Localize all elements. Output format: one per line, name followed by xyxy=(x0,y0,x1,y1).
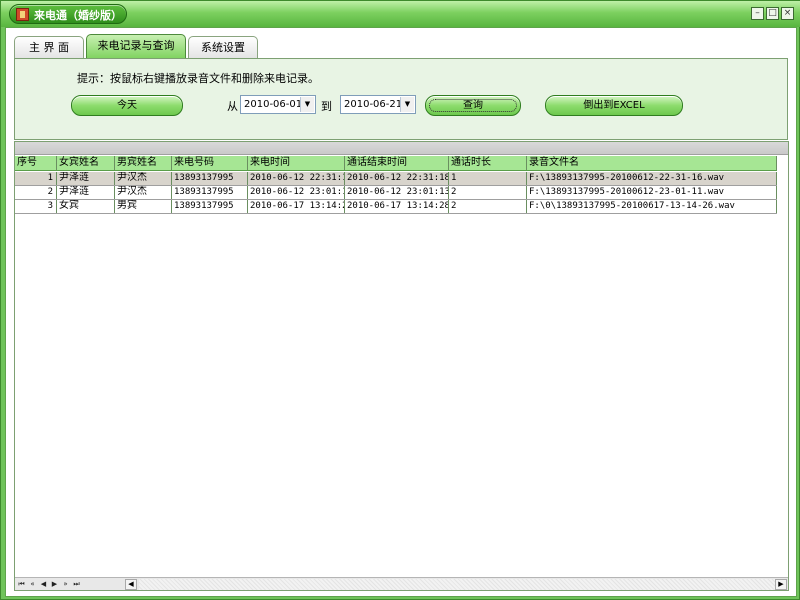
to-date-value: 2010-06-21 xyxy=(344,99,403,110)
export-excel-button[interactable]: 倒出到EXCEL xyxy=(545,95,683,116)
cell-call-time: 2010-06-17 13:14:26 xyxy=(250,200,345,213)
title-pill: 来电通（婚纱版） xyxy=(9,4,127,24)
tab-call-records[interactable]: 来电记录与查询 xyxy=(86,34,186,59)
focus-ring xyxy=(429,99,517,112)
record-navigator: ⏮ « ◀ ▶ » ⏭ ◀ ▶ xyxy=(15,577,788,590)
title-bar[interactable]: 来电通（婚纱版） – □ × xyxy=(1,1,800,27)
column-header[interactable]: 通话时长 xyxy=(449,156,527,170)
column-header[interactable]: 女宾姓名 xyxy=(57,156,115,170)
to-label: 到 xyxy=(321,100,332,113)
next-record-icon[interactable]: ▶ xyxy=(50,579,59,589)
app-window: 来电通（婚纱版） – □ × 主 界 面 来电记录与查询 系统设置 提示：按鼠标… xyxy=(0,0,800,600)
cell-end-time: 2010-06-12 22:31:18 xyxy=(347,172,449,185)
column-header[interactable]: 通话结束时间 xyxy=(345,156,449,170)
cell-phone: 13893137995 xyxy=(172,200,248,213)
column-header[interactable]: 来电号码 xyxy=(172,156,248,170)
horizontal-scrollbar[interactable] xyxy=(139,579,775,590)
cell-duration: 2 xyxy=(449,200,527,213)
grid-header: 序号 女宾姓名 男宾姓名 来电号码 来电时间 通话结束时间 通话时长 录音文件名 xyxy=(15,156,777,171)
cell-index: 2 xyxy=(15,186,57,199)
cell-bride: 尹泽涟 xyxy=(57,186,115,199)
query-button[interactable]: 查询 xyxy=(425,95,521,116)
scroll-right-icon[interactable]: ▶ xyxy=(775,579,787,590)
today-button[interactable]: 今天 xyxy=(71,95,183,116)
cell-recording-file: F:\13893137995-20100612-23-01-11.wav xyxy=(527,186,777,199)
cell-call-time: 2010-06-12 23:01:11 xyxy=(250,186,345,199)
window-title: 来电通（婚纱版） xyxy=(34,9,122,22)
from-label: 从 xyxy=(227,100,238,113)
first-record-icon[interactable]: ⏮ xyxy=(17,579,26,589)
table-row[interactable]: 1 尹泽涟 尹汉杰 13893137995 2010-06-12 22:31:1… xyxy=(15,172,777,186)
to-date-picker[interactable]: 2010-06-21 ▼ xyxy=(340,95,416,114)
cell-duration: 2 xyxy=(449,186,527,199)
cell-recording-file: F:\13893137995-20100612-22-31-16.wav xyxy=(527,172,777,185)
close-button[interactable]: × xyxy=(781,7,794,20)
last-record-icon[interactable]: ⏭ xyxy=(72,579,81,589)
cell-groom: 尹汉杰 xyxy=(115,186,172,199)
cell-end-time: 2010-06-12 23:01:13 xyxy=(347,186,449,199)
cell-bride: 尹泽涟 xyxy=(57,172,115,185)
table-row[interactable]: 3 女宾 男宾 13893137995 2010-06-17 13:14:26 … xyxy=(15,200,777,214)
cell-index: 3 xyxy=(15,200,57,213)
prev-record-icon[interactable]: ◀ xyxy=(39,579,48,589)
scroll-left-icon[interactable]: ◀ xyxy=(125,579,137,590)
cell-end-time: 2010-06-17 13:14:28 xyxy=(347,200,449,213)
query-panel: 提示：按鼠标右键播放录音文件和删除来电记录。 今天 从 2010-06-01 ▼… xyxy=(14,58,788,140)
column-header[interactable]: 来电时间 xyxy=(248,156,345,170)
minimize-button[interactable]: – xyxy=(751,7,764,20)
tab-main[interactable]: 主 界 面 xyxy=(14,36,84,58)
next-page-icon[interactable]: » xyxy=(61,579,70,589)
app-icon xyxy=(16,8,29,21)
call-records-grid: 序号 女宾姓名 男宾姓名 来电号码 来电时间 通话结束时间 通话时长 录音文件名… xyxy=(14,141,789,591)
column-header[interactable]: 序号 xyxy=(15,156,57,170)
table-row[interactable]: 2 尹泽涟 尹汉杰 13893137995 2010-06-12 23:01:1… xyxy=(15,186,777,200)
cell-groom: 男宾 xyxy=(115,200,172,213)
hint-text: 提示：按鼠标右键播放录音文件和删除来电记录。 xyxy=(77,72,319,85)
cell-index: 1 xyxy=(15,172,57,185)
client-area: 主 界 面 来电记录与查询 系统设置 提示：按鼠标右键播放录音文件和删除来电记录… xyxy=(5,27,797,597)
from-date-picker[interactable]: 2010-06-01 ▼ xyxy=(240,95,316,114)
prev-page-icon[interactable]: « xyxy=(28,579,37,589)
dropdown-arrow-icon[interactable]: ▼ xyxy=(300,97,314,112)
cell-recording-file: F:\0\13893137995-20100617-13-14-26.wav xyxy=(527,200,777,213)
group-band xyxy=(15,142,788,155)
cell-groom: 尹汉杰 xyxy=(115,172,172,185)
maximize-button[interactable]: □ xyxy=(766,7,779,20)
cell-duration: 1 xyxy=(449,172,527,185)
cell-bride: 女宾 xyxy=(57,200,115,213)
cell-phone: 13893137995 xyxy=(172,186,248,199)
column-header[interactable]: 录音文件名 xyxy=(527,156,777,170)
cell-phone: 13893137995 xyxy=(172,172,248,185)
dropdown-arrow-icon[interactable]: ▼ xyxy=(400,97,414,112)
tab-settings[interactable]: 系统设置 xyxy=(188,36,258,58)
from-date-value: 2010-06-01 xyxy=(244,99,303,110)
cell-call-time: 2010-06-12 22:31:16 xyxy=(250,172,345,185)
column-header[interactable]: 男宾姓名 xyxy=(115,156,172,170)
